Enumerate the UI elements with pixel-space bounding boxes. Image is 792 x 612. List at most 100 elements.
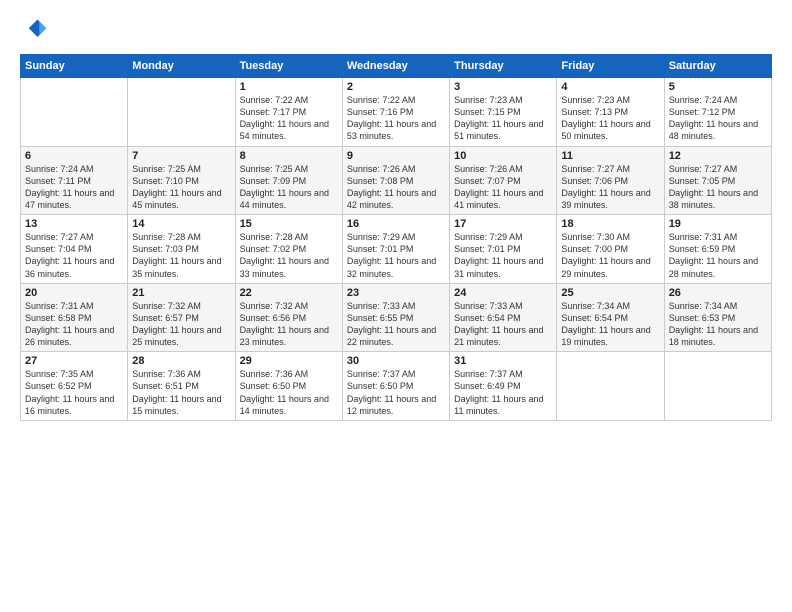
calendar-cell: 27Sunrise: 7:35 AM Sunset: 6:52 PM Dayli…	[21, 352, 128, 421]
calendar-cell: 24Sunrise: 7:33 AM Sunset: 6:54 PM Dayli…	[450, 283, 557, 352]
weekday-header: Thursday	[450, 55, 557, 78]
calendar-cell: 8Sunrise: 7:25 AM Sunset: 7:09 PM Daylig…	[235, 146, 342, 215]
calendar-cell: 25Sunrise: 7:34 AM Sunset: 6:54 PM Dayli…	[557, 283, 664, 352]
day-info: Sunrise: 7:32 AM Sunset: 6:56 PM Dayligh…	[240, 300, 338, 349]
calendar-cell	[664, 352, 771, 421]
day-number: 14	[132, 218, 230, 230]
day-info: Sunrise: 7:24 AM Sunset: 7:12 PM Dayligh…	[669, 94, 767, 143]
day-number: 12	[669, 150, 767, 162]
calendar-cell: 7Sunrise: 7:25 AM Sunset: 7:10 PM Daylig…	[128, 146, 235, 215]
day-info: Sunrise: 7:36 AM Sunset: 6:50 PM Dayligh…	[240, 368, 338, 417]
calendar-cell: 5Sunrise: 7:24 AM Sunset: 7:12 PM Daylig…	[664, 78, 771, 147]
day-number: 18	[561, 218, 659, 230]
day-number: 19	[669, 218, 767, 230]
day-number: 21	[132, 287, 230, 299]
day-info: Sunrise: 7:32 AM Sunset: 6:57 PM Dayligh…	[132, 300, 230, 349]
day-info: Sunrise: 7:29 AM Sunset: 7:01 PM Dayligh…	[454, 231, 552, 280]
calendar-cell: 11Sunrise: 7:27 AM Sunset: 7:06 PM Dayli…	[557, 146, 664, 215]
day-info: Sunrise: 7:36 AM Sunset: 6:51 PM Dayligh…	[132, 368, 230, 417]
day-number: 5	[669, 81, 767, 93]
day-number: 1	[240, 81, 338, 93]
day-number: 6	[25, 150, 123, 162]
day-info: Sunrise: 7:35 AM Sunset: 6:52 PM Dayligh…	[25, 368, 123, 417]
day-info: Sunrise: 7:27 AM Sunset: 7:05 PM Dayligh…	[669, 163, 767, 212]
calendar-week-row: 6Sunrise: 7:24 AM Sunset: 7:11 PM Daylig…	[21, 146, 772, 215]
calendar-cell: 23Sunrise: 7:33 AM Sunset: 6:55 PM Dayli…	[342, 283, 449, 352]
calendar-cell: 10Sunrise: 7:26 AM Sunset: 7:07 PM Dayli…	[450, 146, 557, 215]
day-number: 2	[347, 81, 445, 93]
day-number: 8	[240, 150, 338, 162]
day-info: Sunrise: 7:22 AM Sunset: 7:17 PM Dayligh…	[240, 94, 338, 143]
calendar-cell: 3Sunrise: 7:23 AM Sunset: 7:15 PM Daylig…	[450, 78, 557, 147]
calendar-cell: 31Sunrise: 7:37 AM Sunset: 6:49 PM Dayli…	[450, 352, 557, 421]
day-info: Sunrise: 7:31 AM Sunset: 6:59 PM Dayligh…	[669, 231, 767, 280]
logo-icon	[20, 16, 48, 44]
calendar-cell: 26Sunrise: 7:34 AM Sunset: 6:53 PM Dayli…	[664, 283, 771, 352]
day-info: Sunrise: 7:27 AM Sunset: 7:04 PM Dayligh…	[25, 231, 123, 280]
logo	[20, 16, 52, 44]
calendar-week-row: 20Sunrise: 7:31 AM Sunset: 6:58 PM Dayli…	[21, 283, 772, 352]
day-number: 3	[454, 81, 552, 93]
day-info: Sunrise: 7:34 AM Sunset: 6:54 PM Dayligh…	[561, 300, 659, 349]
day-number: 13	[25, 218, 123, 230]
calendar-cell: 16Sunrise: 7:29 AM Sunset: 7:01 PM Dayli…	[342, 215, 449, 284]
day-info: Sunrise: 7:34 AM Sunset: 6:53 PM Dayligh…	[669, 300, 767, 349]
calendar-cell: 1Sunrise: 7:22 AM Sunset: 7:17 PM Daylig…	[235, 78, 342, 147]
day-number: 30	[347, 355, 445, 367]
day-number: 22	[240, 287, 338, 299]
calendar-week-row: 27Sunrise: 7:35 AM Sunset: 6:52 PM Dayli…	[21, 352, 772, 421]
calendar-cell: 19Sunrise: 7:31 AM Sunset: 6:59 PM Dayli…	[664, 215, 771, 284]
weekday-header: Wednesday	[342, 55, 449, 78]
calendar-week-row: 1Sunrise: 7:22 AM Sunset: 7:17 PM Daylig…	[21, 78, 772, 147]
day-info: Sunrise: 7:24 AM Sunset: 7:11 PM Dayligh…	[25, 163, 123, 212]
calendar-cell: 28Sunrise: 7:36 AM Sunset: 6:51 PM Dayli…	[128, 352, 235, 421]
calendar-cell	[21, 78, 128, 147]
calendar-cell: 18Sunrise: 7:30 AM Sunset: 7:00 PM Dayli…	[557, 215, 664, 284]
calendar-cell	[128, 78, 235, 147]
day-info: Sunrise: 7:37 AM Sunset: 6:50 PM Dayligh…	[347, 368, 445, 417]
day-info: Sunrise: 7:31 AM Sunset: 6:58 PM Dayligh…	[25, 300, 123, 349]
weekday-header: Sunday	[21, 55, 128, 78]
day-info: Sunrise: 7:33 AM Sunset: 6:54 PM Dayligh…	[454, 300, 552, 349]
calendar-cell: 13Sunrise: 7:27 AM Sunset: 7:04 PM Dayli…	[21, 215, 128, 284]
day-info: Sunrise: 7:25 AM Sunset: 7:09 PM Dayligh…	[240, 163, 338, 212]
calendar-cell: 21Sunrise: 7:32 AM Sunset: 6:57 PM Dayli…	[128, 283, 235, 352]
calendar-cell: 12Sunrise: 7:27 AM Sunset: 7:05 PM Dayli…	[664, 146, 771, 215]
day-number: 10	[454, 150, 552, 162]
day-info: Sunrise: 7:23 AM Sunset: 7:13 PM Dayligh…	[561, 94, 659, 143]
weekday-header: Friday	[557, 55, 664, 78]
page: SundayMondayTuesdayWednesdayThursdayFrid…	[0, 0, 792, 612]
day-number: 11	[561, 150, 659, 162]
day-number: 31	[454, 355, 552, 367]
calendar-cell: 29Sunrise: 7:36 AM Sunset: 6:50 PM Dayli…	[235, 352, 342, 421]
header	[20, 16, 772, 44]
weekday-header: Tuesday	[235, 55, 342, 78]
day-number: 26	[669, 287, 767, 299]
calendar-cell: 22Sunrise: 7:32 AM Sunset: 6:56 PM Dayli…	[235, 283, 342, 352]
day-info: Sunrise: 7:27 AM Sunset: 7:06 PM Dayligh…	[561, 163, 659, 212]
calendar-cell: 17Sunrise: 7:29 AM Sunset: 7:01 PM Dayli…	[450, 215, 557, 284]
day-number: 24	[454, 287, 552, 299]
calendar-cell: 6Sunrise: 7:24 AM Sunset: 7:11 PM Daylig…	[21, 146, 128, 215]
calendar-header-row: SundayMondayTuesdayWednesdayThursdayFrid…	[21, 55, 772, 78]
calendar-cell: 15Sunrise: 7:28 AM Sunset: 7:02 PM Dayli…	[235, 215, 342, 284]
weekday-header: Monday	[128, 55, 235, 78]
day-info: Sunrise: 7:26 AM Sunset: 7:07 PM Dayligh…	[454, 163, 552, 212]
day-info: Sunrise: 7:25 AM Sunset: 7:10 PM Dayligh…	[132, 163, 230, 212]
day-info: Sunrise: 7:29 AM Sunset: 7:01 PM Dayligh…	[347, 231, 445, 280]
day-info: Sunrise: 7:22 AM Sunset: 7:16 PM Dayligh…	[347, 94, 445, 143]
day-number: 29	[240, 355, 338, 367]
day-number: 25	[561, 287, 659, 299]
calendar-cell: 9Sunrise: 7:26 AM Sunset: 7:08 PM Daylig…	[342, 146, 449, 215]
day-number: 9	[347, 150, 445, 162]
calendar: SundayMondayTuesdayWednesdayThursdayFrid…	[20, 54, 772, 421]
day-info: Sunrise: 7:26 AM Sunset: 7:08 PM Dayligh…	[347, 163, 445, 212]
day-info: Sunrise: 7:28 AM Sunset: 7:02 PM Dayligh…	[240, 231, 338, 280]
calendar-cell: 14Sunrise: 7:28 AM Sunset: 7:03 PM Dayli…	[128, 215, 235, 284]
calendar-cell: 2Sunrise: 7:22 AM Sunset: 7:16 PM Daylig…	[342, 78, 449, 147]
day-number: 15	[240, 218, 338, 230]
day-number: 28	[132, 355, 230, 367]
day-number: 20	[25, 287, 123, 299]
day-info: Sunrise: 7:28 AM Sunset: 7:03 PM Dayligh…	[132, 231, 230, 280]
day-number: 17	[454, 218, 552, 230]
